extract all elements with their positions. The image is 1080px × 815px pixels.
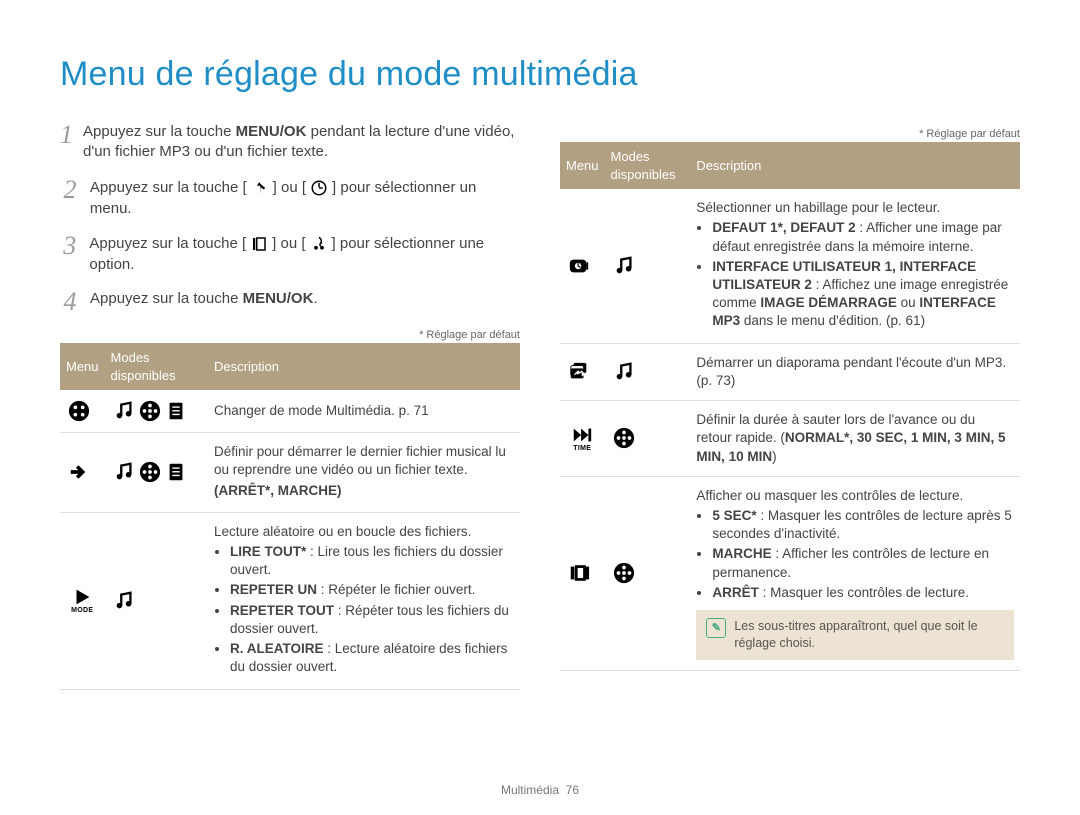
up-icon <box>249 177 271 199</box>
th-modes: Modes disponibles <box>605 142 691 189</box>
row-description: Définir pour démarrer le dernier fichier… <box>208 433 520 513</box>
step-number: 4 <box>60 289 80 315</box>
play-mode-icon <box>71 586 93 608</box>
table-row: MODE Lecture aléatoire ou en boucle des … <box>60 512 520 689</box>
step-4: 4 Appuyez sur la touche MENU/OK. <box>60 289 520 315</box>
film-icon <box>139 400 161 422</box>
th-desc: Description <box>208 343 520 390</box>
step-text: Appuyez sur la touche MENU/OK. <box>90 289 318 315</box>
step-3: 3 Appuyez sur la touche [] ou [] pour sé… <box>60 233 520 275</box>
skip-time-icon <box>571 424 593 446</box>
music-icon <box>613 255 635 277</box>
row-description: Démarrer un diaporama pendant l'écoute d… <box>690 343 1020 400</box>
film-icon <box>613 427 635 449</box>
row-description: Définir la durée à sauter lors de l'avan… <box>690 401 1020 477</box>
th-modes: Modes disponibles <box>105 343 208 390</box>
step-2: 2 Appuyez sur la touche [] ou [] pour sé… <box>60 177 520 219</box>
right-icon <box>308 233 330 255</box>
th-desc: Description <box>690 142 1020 189</box>
step-number: 2 <box>60 177 80 219</box>
note-text: Les sous-titres apparaîtront, quel que s… <box>734 618 1004 652</box>
step-text: Appuyez sur la touche [] ou [] pour séle… <box>89 233 520 275</box>
right-column: * Réglage par défaut Menu Modes disponib… <box>560 122 1020 690</box>
doc-icon <box>165 461 187 483</box>
step-1: 1 Appuyez sur la touche MENU/OK pendant … <box>60 122 520 163</box>
controls-icon <box>568 562 590 584</box>
icon-label: MODE <box>66 606 99 615</box>
th-menu: Menu <box>60 343 105 390</box>
menu-grid-icon <box>68 400 90 422</box>
skin-icon <box>568 255 590 277</box>
note-icon: ✎ <box>706 618 726 638</box>
resume-arrow-icon <box>68 461 90 483</box>
film-icon <box>139 461 161 483</box>
music-icon <box>113 461 135 483</box>
row-description: Sélectionner un habillage pour le lecteu… <box>690 189 1020 343</box>
table-row: Définir pour démarrer le dernier fichier… <box>60 433 520 513</box>
default-footnote: * Réglage par défaut <box>60 329 520 341</box>
note-box: ✎ Les sous-titres apparaîtront, quel que… <box>696 610 1014 660</box>
row-description: Afficher ou masquer les contrôles de lec… <box>690 476 1020 670</box>
music-icon <box>113 590 135 612</box>
step-number: 3 <box>60 233 79 275</box>
table-row: TIME Définir la durée à sauter lors de l… <box>560 401 1020 477</box>
footer-section: Multimédia <box>501 783 559 797</box>
down-icon <box>308 177 330 199</box>
default-footnote: * Réglage par défaut <box>560 128 1020 140</box>
left-column: 1 Appuyez sur la touche MENU/OK pendant … <box>60 122 520 690</box>
table-row: Changer de mode Multimédia. p. 71 <box>60 390 520 433</box>
footer-page-number: 76 <box>566 783 579 797</box>
th-menu: Menu <box>560 142 605 189</box>
page-title: Menu de réglage du mode multimédia <box>60 55 1020 94</box>
table-row: Sélectionner un habillage pour le lecteu… <box>560 189 1020 343</box>
music-icon <box>113 400 135 422</box>
step-number: 1 <box>60 122 73 163</box>
film-icon <box>613 562 635 584</box>
manual-page: Menu de réglage du mode multimédia 1 App… <box>0 0 1080 815</box>
slideshow-icon <box>568 361 590 383</box>
row-description: Changer de mode Multimédia. p. 71 <box>208 390 520 433</box>
page-footer: Multimédia 76 <box>0 783 1080 797</box>
left-icon <box>248 233 270 255</box>
music-icon <box>613 361 635 383</box>
table-row: Afficher ou masquer les contrôles de lec… <box>560 476 1020 670</box>
step-text: Appuyez sur la touche [] ou [] pour séle… <box>90 177 520 219</box>
steps-list: 1 Appuyez sur la touche MENU/OK pendant … <box>60 122 520 315</box>
step-text: Appuyez sur la touche MENU/OK pendant la… <box>83 122 520 163</box>
settings-table-left: Menu Modes disponibles Description <box>60 343 520 690</box>
doc-icon <box>165 400 187 422</box>
table-row: Démarrer un diaporama pendant l'écoute d… <box>560 343 1020 400</box>
two-column-layout: 1 Appuyez sur la touche MENU/OK pendant … <box>60 122 1020 690</box>
row-description: Lecture aléatoire ou en boucle des fichi… <box>208 512 520 689</box>
settings-table-right: Menu Modes disponibles Description <box>560 142 1020 671</box>
